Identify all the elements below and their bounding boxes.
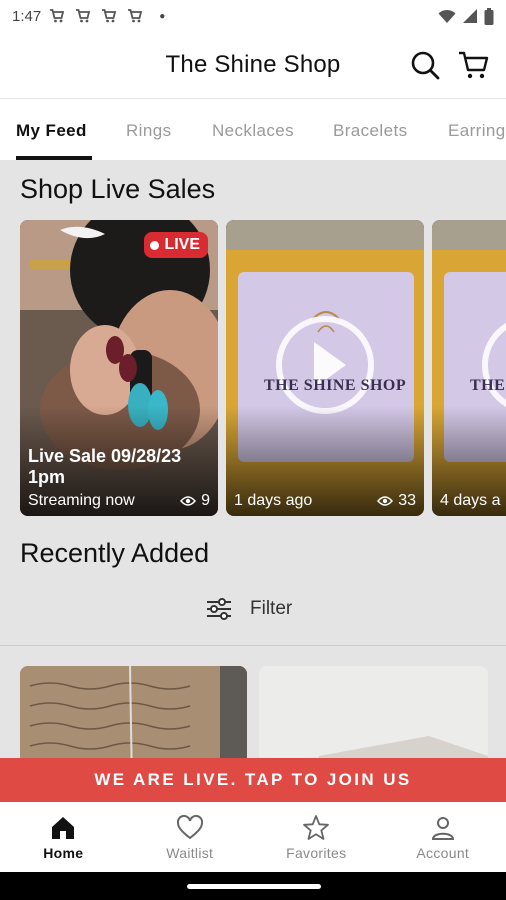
- system-navigation-bar: [0, 872, 506, 900]
- live-sale-card[interactable]: LIVE Live Sale 09/28/23 1pm Streaming no…: [20, 220, 218, 516]
- card-status: 1 days ago: [234, 492, 313, 509]
- card-title: Live Sale 09/28/23 1pm: [28, 446, 181, 488]
- eye-icon: [377, 496, 394, 506]
- nav-account-label: Account: [416, 845, 470, 861]
- past-sale-card[interactable]: THE SHINE SHOP 4 days a: [432, 220, 506, 516]
- home-icon: [52, 817, 75, 839]
- filter-label: Filter: [250, 598, 293, 619]
- nav-home[interactable]: Home: [0, 802, 127, 872]
- app-header: The Shine Shop: [0, 32, 506, 98]
- product-image: [259, 666, 488, 758]
- view-count: 9: [180, 492, 210, 510]
- wifi-icon: [438, 9, 456, 23]
- page-title: The Shine Shop: [165, 51, 341, 78]
- bottom-navigation: Home Waitlist Favorites Account: [0, 802, 506, 872]
- heart-icon: [176, 814, 203, 840]
- system-icons: [438, 7, 494, 25]
- cart-notification-icon: [50, 9, 65, 23]
- star-icon: [303, 815, 330, 840]
- view-count: 33: [377, 492, 416, 510]
- nav-home-label: Home: [43, 845, 84, 861]
- live-badge: LIVE: [144, 232, 208, 258]
- card-meta: 4 days a: [440, 492, 506, 510]
- cart-icon[interactable]: [458, 50, 490, 80]
- recently-added-heading: Recently Added: [20, 538, 210, 568]
- tab-my-feed[interactable]: My Feed: [16, 121, 87, 141]
- nav-waitlist[interactable]: Waitlist: [127, 802, 254, 872]
- card-meta: 1 days ago 33: [234, 492, 416, 510]
- view-count-value: 33: [398, 492, 416, 509]
- thumbnail-brand-text: THE SHINE SHOP: [264, 377, 407, 394]
- live-join-banner[interactable]: WE ARE LIVE. TAP TO JOIN US: [0, 758, 506, 802]
- cart-notification-icon: [128, 9, 143, 23]
- nav-favorites[interactable]: Favorites: [253, 802, 380, 872]
- category-tabs: My Feed Rings Necklaces Bracelets Earrin…: [0, 98, 506, 160]
- section-divider: [0, 645, 506, 646]
- search-icon[interactable]: [410, 50, 440, 80]
- card-title-line-1: Live Sale 09/28/23: [28, 446, 182, 466]
- battery-icon: [484, 7, 494, 25]
- notification-icons: ●: [49, 8, 165, 24]
- signal-icon: [463, 9, 477, 23]
- tab-necklaces[interactable]: Necklaces: [212, 121, 294, 141]
- more-notifications-dot: ●: [159, 10, 166, 22]
- filter-sliders-icon: [207, 598, 231, 620]
- nav-favorites-label: Favorites: [286, 845, 347, 861]
- filter-button[interactable]: Filter: [206, 598, 292, 620]
- product-card[interactable]: [259, 666, 488, 758]
- nav-waitlist-label: Waitlist: [166, 845, 214, 861]
- card-status: Streaming now: [28, 492, 135, 509]
- live-sales-heading: Shop Live Sales: [20, 174, 216, 204]
- eye-icon: [180, 496, 197, 506]
- card-status: 4 days a: [440, 492, 501, 509]
- gesture-handle[interactable]: [187, 884, 321, 889]
- product-image: [20, 666, 247, 758]
- tab-earrings[interactable]: Earrings: [448, 121, 506, 141]
- cart-notification-icon: [102, 9, 117, 23]
- person-icon: [431, 817, 454, 840]
- live-badge-label: LIVE: [164, 236, 200, 253]
- tab-bracelets[interactable]: Bracelets: [333, 121, 407, 141]
- status-bar: 1:47 ●: [0, 0, 506, 32]
- view-count-value: 9: [201, 492, 210, 509]
- live-dot-icon: [150, 240, 160, 250]
- past-sale-card[interactable]: THE SHINE SHOP 1 days ago 33: [226, 220, 424, 516]
- thumbnail-brand-text: THE SHINE SHOP: [470, 377, 506, 394]
- cart-notification-icon: [76, 9, 91, 23]
- card-meta: Streaming now 9: [28, 492, 210, 510]
- main-content: Shop Live Sales LIVE Live Sale 09/28/23 …: [0, 160, 506, 758]
- card-title-line-2: 1pm: [28, 467, 66, 487]
- tab-rings[interactable]: Rings: [126, 121, 171, 141]
- nav-account[interactable]: Account: [380, 802, 506, 872]
- product-card[interactable]: [20, 666, 247, 758]
- status-time: 1:47: [12, 7, 42, 25]
